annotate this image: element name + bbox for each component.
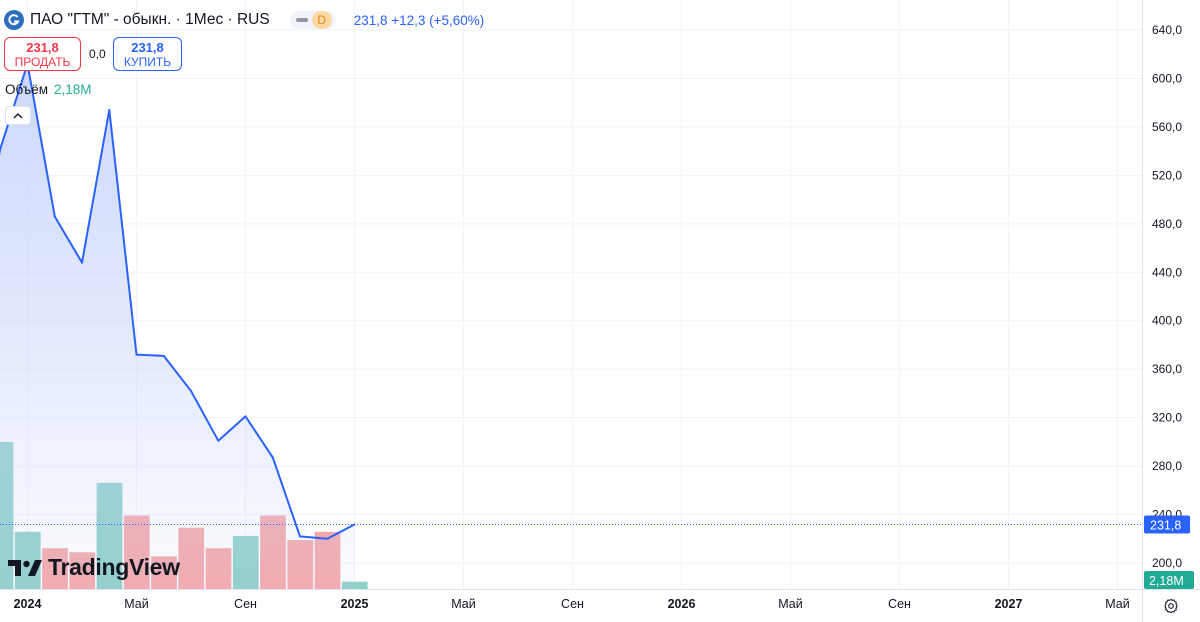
y-tick-label: 360,0	[1152, 362, 1182, 376]
y-tick-label: 560,0	[1152, 120, 1182, 134]
y-tick-label: 320,0	[1152, 411, 1182, 425]
company-logo-icon	[4, 10, 24, 30]
sell-price: 231,8	[26, 40, 59, 55]
y-tick-label: 280,0	[1152, 459, 1182, 473]
price-point	[244, 415, 247, 418]
x-tick-label: 2027	[995, 597, 1023, 611]
y-tick-label: 480,0	[1152, 217, 1182, 231]
buy-button[interactable]: 231,8 КУПИТЬ	[113, 37, 182, 71]
y-tick-label: 200,0	[1152, 556, 1182, 570]
y-tick-label: 600,0	[1152, 71, 1182, 85]
price-point	[326, 537, 329, 540]
last-volume-tag-label: 2,18M	[1149, 574, 1184, 588]
delayed-badge: D	[311, 11, 332, 29]
buy-label: КУПИТЬ	[123, 55, 172, 69]
y-tick-label: 440,0	[1152, 265, 1182, 279]
price-point	[190, 389, 192, 392]
symbol-title[interactable]: ПАО "ГТМ" - обыкн. · 1Мес · RUS	[30, 11, 270, 29]
price-point	[53, 215, 56, 218]
volume-value: 2,18M	[54, 82, 92, 97]
brand-name: TradingView	[48, 554, 180, 580]
volume-legend: Объём 2,18M	[5, 82, 92, 97]
volume-label: Объём	[5, 82, 49, 97]
price-point	[162, 354, 165, 357]
collapse-legend-button[interactable]	[5, 106, 31, 125]
quote-values: 231,8 +12,3 (+5,60%)	[353, 12, 485, 28]
last-price-tag-label: 231,8	[1150, 518, 1181, 532]
x-tick-label: 2024	[14, 597, 42, 611]
spread-value: 0,0	[89, 47, 106, 61]
price-point	[81, 261, 83, 264]
price-point	[217, 439, 220, 442]
x-tick-label: Май	[124, 597, 149, 611]
chevron-up-icon	[13, 112, 23, 118]
y-tick-label: 400,0	[1152, 314, 1182, 328]
data-status-pill[interactable]: D	[289, 11, 336, 29]
x-tick-label: Сен	[234, 597, 257, 611]
x-tick-label: Май	[1105, 597, 1130, 611]
sell-button[interactable]: 231,8 ПРОДАТЬ	[4, 37, 81, 71]
price-point	[108, 108, 111, 111]
status-dash-icon	[295, 18, 308, 22]
price-chart[interactable]: 200,0240,0280,0320,0360,0400,0440,0480,0…	[0, 0, 1200, 622]
settings-button[interactable]	[1161, 596, 1181, 616]
x-tick-label: Май	[778, 597, 803, 611]
sell-label: ПРОДАТЬ	[14, 55, 71, 69]
price-area	[0, 62, 1142, 589]
price-area-fill	[0, 63, 355, 589]
symbol-legend: ПАО "ГТМ" - обыкн. · 1Мес · RUS D 231,8 …	[4, 9, 484, 31]
tradingview-logo-icon	[8, 559, 42, 576]
y-tick-label: 520,0	[1152, 168, 1182, 182]
x-tick-label: Сен	[888, 597, 911, 611]
price-tags: 231,8 2,18M	[1144, 515, 1194, 589]
x-tick-label: Сен	[561, 597, 584, 611]
price-point	[299, 535, 301, 538]
buy-price: 231,8	[131, 40, 164, 55]
price-point	[271, 456, 274, 459]
gear-icon	[1164, 598, 1178, 614]
y-tick-label: 640,0	[1152, 23, 1182, 37]
price-point	[135, 353, 138, 356]
x-tick-label: 2026	[668, 597, 696, 611]
tradingview-logo[interactable]: TradingView	[8, 554, 180, 581]
x-tick-label: Май	[451, 597, 476, 611]
x-tick-label: 2025	[341, 597, 369, 611]
